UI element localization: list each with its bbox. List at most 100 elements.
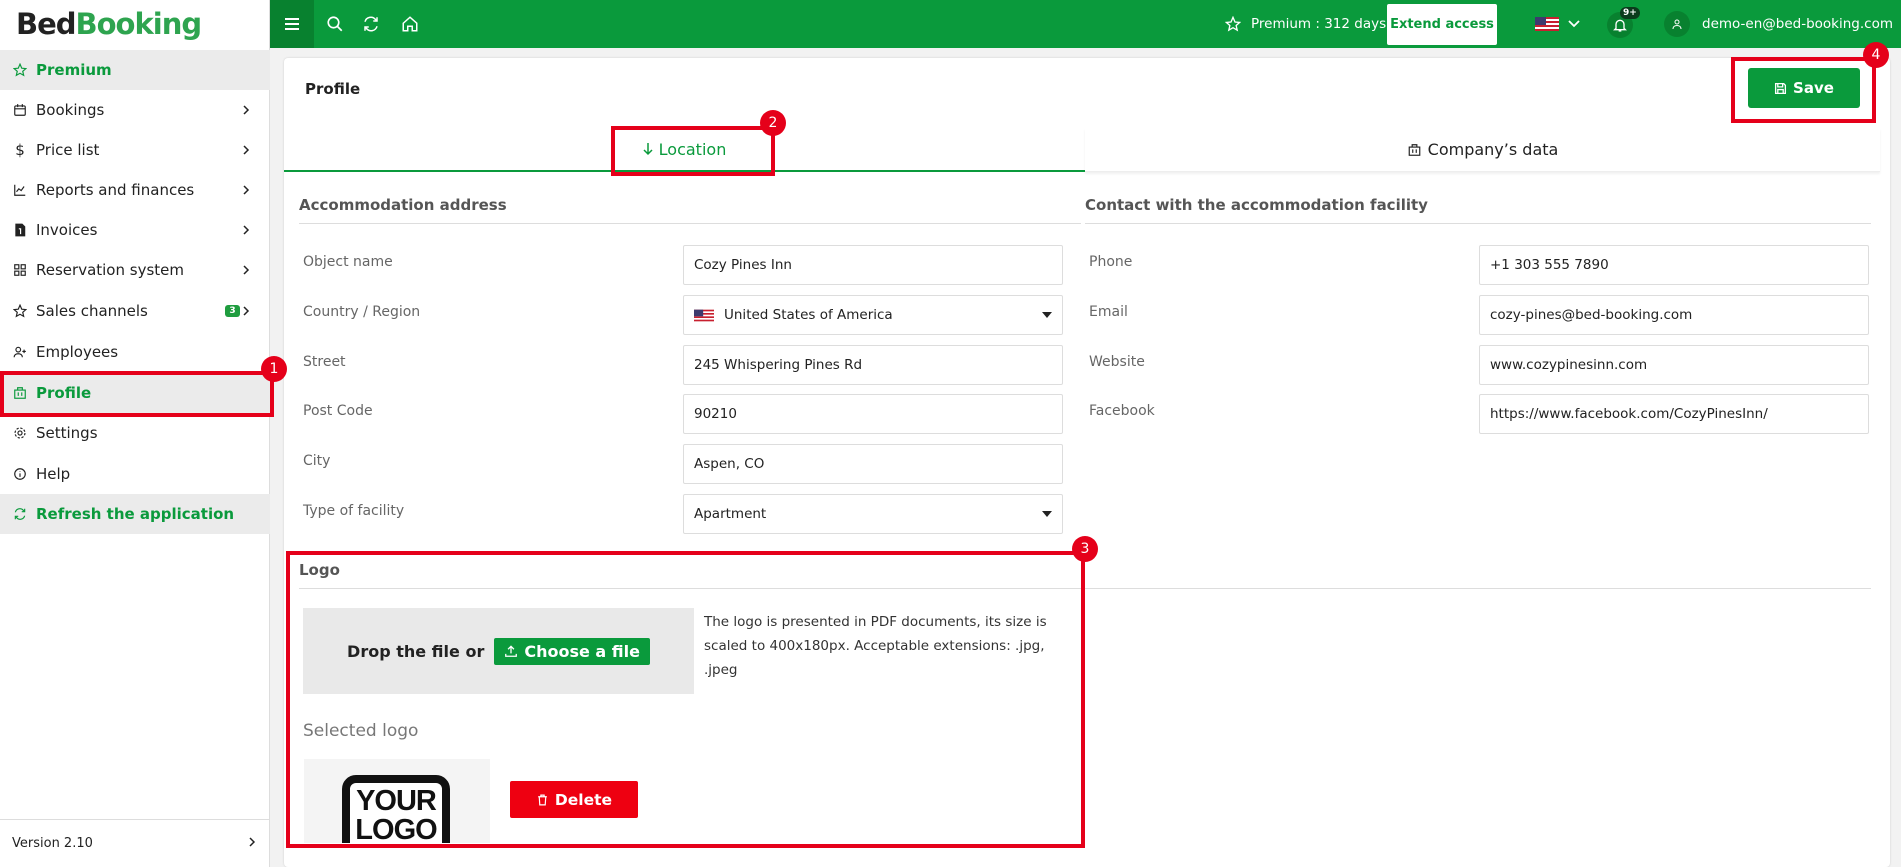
sidebar-item-price-list[interactable]: $ Price list [0, 130, 270, 170]
sidebar-item-label: Refresh the application [36, 505, 235, 523]
sidebar-item-invoices[interactable]: Invoices [0, 210, 270, 250]
object-name-label: Object name [303, 254, 393, 270]
grid-icon [12, 262, 28, 278]
version-label: Version 2.10 [12, 836, 93, 851]
sync-icon [364, 16, 378, 32]
field-value: www.cozypinesinn.com [1490, 357, 1648, 373]
user-email: demo-en@bed-booking.com [1702, 16, 1893, 32]
user-icon [1664, 11, 1690, 37]
post-code-field[interactable]: 90210 [683, 394, 1063, 434]
field-value: 90210 [694, 406, 737, 422]
country-region-select[interactable]: United States of America [683, 295, 1063, 335]
annotation-box-3 [286, 551, 1085, 848]
premium-days-label: Premium : 312 days [1251, 16, 1387, 32]
chevron-right-icon [238, 182, 254, 198]
chevron-right-icon [248, 836, 256, 852]
sidebar-item-refresh[interactable]: Refresh the application [0, 494, 270, 534]
object-name-field[interactable]: Cozy Pines Inn [683, 245, 1063, 285]
sidebar-item-label: Sales channels [36, 302, 148, 320]
city-field[interactable]: Aspen, CO [683, 444, 1063, 484]
sidebar-item-label: Invoices [36, 221, 98, 239]
facebook-field[interactable]: https://www.facebook.com/CozyPinesInn/ [1479, 394, 1869, 434]
sidebar-item-employees[interactable]: Employees [0, 332, 270, 372]
field-value: Cozy Pines Inn [694, 257, 792, 273]
phone-label: Phone [1089, 254, 1133, 270]
annotation-box-4 [1731, 57, 1876, 123]
star-icon [12, 62, 28, 78]
page-title: Profile [305, 80, 361, 98]
sidebar-item-label: Help [36, 465, 71, 483]
user-menu[interactable]: demo-en@bed-booking.com [1664, 0, 1893, 48]
field-value: cozy-pines@bed-booking.com [1490, 307, 1693, 323]
sidebar-item-reservation-system[interactable]: Reservation system [0, 250, 270, 290]
sidebar-item-bookings[interactable]: Bookings [0, 90, 270, 130]
gear-icon [12, 425, 28, 441]
search-button[interactable] [325, 14, 345, 34]
field-value: Apartment [694, 506, 767, 522]
star-icon [1225, 16, 1241, 32]
hamburger-menu-button[interactable] [270, 0, 314, 48]
sidebar-item-label: Reports and finances [36, 181, 195, 199]
post-code-label: Post Code [303, 403, 373, 419]
chevron-right-icon [238, 102, 254, 118]
country-region-label: Country / Region [303, 304, 421, 320]
tab-company-data[interactable]: Company’s data [1085, 128, 1880, 172]
extend-access-button[interactable]: Extend access [1387, 4, 1497, 45]
sidebar-item-help[interactable]: Help [0, 454, 270, 494]
search-icon [327, 16, 343, 32]
annotation-number-4: 4 [1863, 42, 1889, 68]
star-outline-icon [12, 303, 28, 319]
sync-button[interactable] [361, 14, 381, 34]
field-value: Aspen, CO [694, 456, 765, 472]
chevron-down-icon[interactable] [1568, 16, 1580, 30]
tab-label: Company’s data [1427, 140, 1559, 159]
info-icon [12, 466, 28, 482]
brand-logo-part1: Bed [16, 7, 77, 41]
sidebar-item-label: Reservation system [36, 261, 184, 279]
sidebar-item-settings[interactable]: Settings [0, 413, 270, 453]
annotation-number-2: 2 [760, 110, 786, 136]
caret-down-icon [1042, 511, 1052, 517]
user-add-icon [12, 344, 28, 360]
facility-type-select[interactable]: Apartment [683, 494, 1063, 534]
field-value: https://www.facebook.com/CozyPinesInn/ [1490, 406, 1768, 422]
topbar: Premium : 312 days Extend access 9+ demo… [270, 0, 1901, 48]
us-flag-icon[interactable] [1535, 17, 1559, 31]
field-value: 245 Whispering Pines Rd [694, 357, 863, 373]
city-label: City [303, 453, 331, 469]
website-label: Website [1089, 354, 1145, 370]
refresh-icon [12, 506, 28, 522]
sidebar-item-premium[interactable]: Premium [0, 50, 270, 90]
phone-field[interactable]: +1 303 555 7890 [1479, 245, 1869, 285]
premium-status[interactable]: Premium : 312 days [1225, 0, 1386, 48]
annotation-box-2 [611, 126, 775, 176]
sidebar-item-label: Employees [36, 343, 119, 361]
invoice-icon [12, 222, 28, 238]
sidebar-item-reports[interactable]: Reports and finances [0, 170, 270, 210]
us-flag-icon [694, 309, 714, 321]
contact-heading: Contact with the accommodation facility [1085, 196, 1871, 224]
calendar-icon [12, 102, 28, 118]
profile-tabs: Location Company’s data [284, 128, 1880, 172]
email-field[interactable]: cozy-pines@bed-booking.com [1479, 295, 1869, 335]
version-footer[interactable]: Version 2.10 [0, 819, 270, 867]
annotation-number-1: 1 [261, 356, 287, 382]
brand-logo[interactable]: Bed Booking [0, 0, 269, 48]
email-label: Email [1089, 304, 1128, 320]
dollar-icon: $ [15, 141, 25, 159]
annotation-box-1 [0, 371, 274, 417]
annotation-number-3: 3 [1072, 536, 1098, 562]
website-field[interactable]: www.cozypinesinn.com [1479, 345, 1869, 385]
street-field[interactable]: 245 Whispering Pines Rd [683, 345, 1063, 385]
sidebar-item-label: Premium [36, 61, 112, 79]
facility-type-label: Type of facility [303, 503, 405, 519]
hamburger-icon [285, 18, 299, 30]
chevron-right-icon [238, 142, 254, 158]
facebook-label: Facebook [1089, 403, 1155, 419]
home-button[interactable] [400, 14, 420, 34]
home-icon [402, 16, 418, 32]
chevron-right-icon [238, 303, 254, 319]
brand-logo-part2: Booking [75, 7, 203, 41]
field-value: +1 303 555 7890 [1490, 257, 1609, 273]
sidebar-item-sales-channels[interactable]: Sales channels 3 [0, 291, 270, 331]
